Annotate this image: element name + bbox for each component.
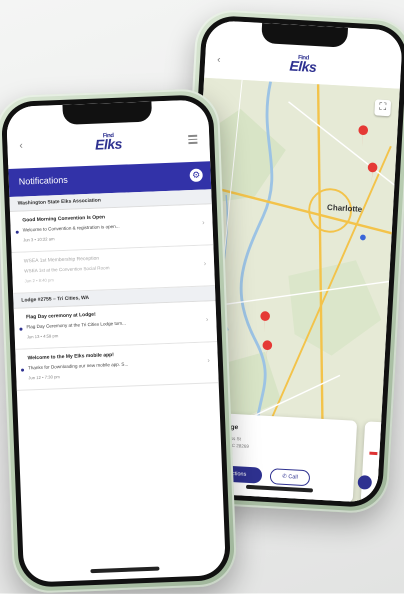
chevron-right-icon: › <box>205 316 209 324</box>
phone-notch <box>62 101 153 125</box>
notification-body: Flag Day Ceremony at the Tri Cities Lodg… <box>26 320 126 330</box>
back-icon[interactable]: ‹ <box>19 140 23 151</box>
phone-icon: ✆ <box>281 473 287 481</box>
logo-text: Elks <box>94 135 123 153</box>
notification-item[interactable]: Welcome to the My Elks mobile app! Thank… <box>15 342 219 391</box>
call-button[interactable]: ✆ Call <box>269 468 311 487</box>
notifications-screen: ‹ Find Elks Notifications ⚙ Washington S… <box>5 99 227 583</box>
notification-title: Good Morning Convention Is Open <box>22 214 106 224</box>
notification-time: Jun 13 • 4:58 pm <box>26 333 59 340</box>
unread-dot-icon <box>15 230 19 234</box>
notification-time: Jun 3 • 10:22 am <box>22 236 55 243</box>
status-indicator <box>369 451 378 456</box>
phone-bezel: ‹ Find Elks Notifications ⚙ Washington S… <box>0 94 232 588</box>
notification-title: Flag Day ceremony at Lodge! <box>25 311 96 321</box>
logo-text: Elks <box>289 57 317 76</box>
notification-item[interactable]: WSEA 1st Membership Reception WSEA 1st a… <box>11 245 215 294</box>
home-indicator <box>90 566 160 574</box>
next-card-button[interactable] <box>357 475 373 490</box>
city-label: Charlotte <box>326 202 363 214</box>
notification-body: Thanks for Downloading our new mobile ap… <box>27 361 129 371</box>
expand-icon[interactable]: ⛶ <box>374 99 392 117</box>
notification-time: Jun 2 • 8:40 pm <box>24 277 54 284</box>
chevron-right-icon: › <box>207 357 210 365</box>
hamburger-menu-icon[interactable] <box>188 133 198 146</box>
unread-dot-icon <box>19 327 23 331</box>
chevron-right-icon: › <box>203 260 207 268</box>
next-lodge-card[interactable] <box>357 421 404 504</box>
notifications-phone: ‹ Find Elks Notifications ⚙ Washington S… <box>0 87 238 594</box>
call-label: Call <box>288 474 298 481</box>
notifications-list: Washington State Elks Association Good M… <box>9 189 219 391</box>
notification-time: Jun 12 • 7:30 pm <box>28 374 60 381</box>
settings-gear-icon[interactable]: ⚙ <box>189 168 203 183</box>
notification-title: WSEA 1st Membership Reception <box>23 255 100 265</box>
notifications-title: Notifications <box>18 174 68 187</box>
back-icon[interactable]: ‹ <box>217 55 221 66</box>
unread-dot-icon <box>20 368 25 372</box>
chevron-right-icon: › <box>202 219 205 227</box>
notification-body: Welcome to Convention & registration is … <box>22 223 120 233</box>
app-logo: Find Elks <box>289 55 317 75</box>
notification-title: Welcome to the My Elks mobile app! <box>27 352 114 362</box>
app-logo: Find Elks <box>94 133 123 153</box>
notification-body: WSEA 1st at the Convention Social Room <box>24 265 110 274</box>
